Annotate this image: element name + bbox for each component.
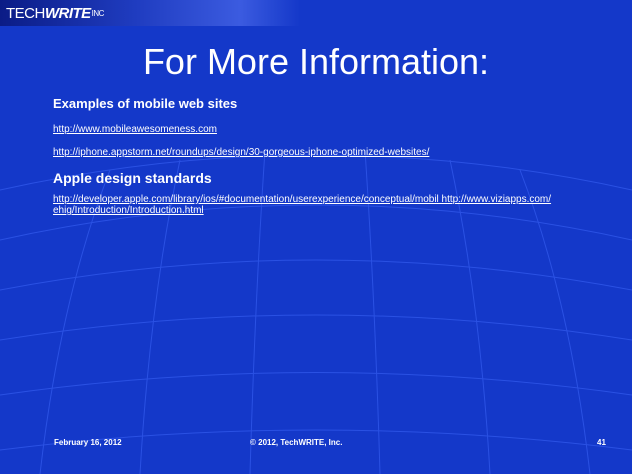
logo-text-tech: TECH [6,5,45,22]
link-mobileawesomeness[interactable]: http://www.mobileawesomeness.com [53,124,573,135]
logo-text-inc: INC [91,9,105,19]
section-heading-mobile-examples: Examples of mobile web sites [53,96,238,111]
page-number: 41 [597,438,606,447]
techwrite-logo: TECHWRITEINC [6,5,104,23]
section-heading-apple-standards: Apple design standards [53,170,212,186]
footer-date: February 16, 2012 [54,438,122,447]
slide-content: Examples of mobile web sites http://www.… [53,96,573,216]
slide-title: For More Information: [142,41,490,82]
logo-bar: TECHWRITEINC [0,0,300,26]
link-apple-developer[interactable]: http://developer.apple.com/library/ios/#… [53,194,573,216]
logo-text-write: WRITE [44,5,91,22]
slide: TECHWRITEINC For More Information: Examp… [0,0,632,474]
link-appstorm[interactable]: http://iphone.appstorm.net/roundups/desi… [53,147,573,158]
footer-copyright: © 2012, TechWRITE, Inc. [250,438,343,447]
